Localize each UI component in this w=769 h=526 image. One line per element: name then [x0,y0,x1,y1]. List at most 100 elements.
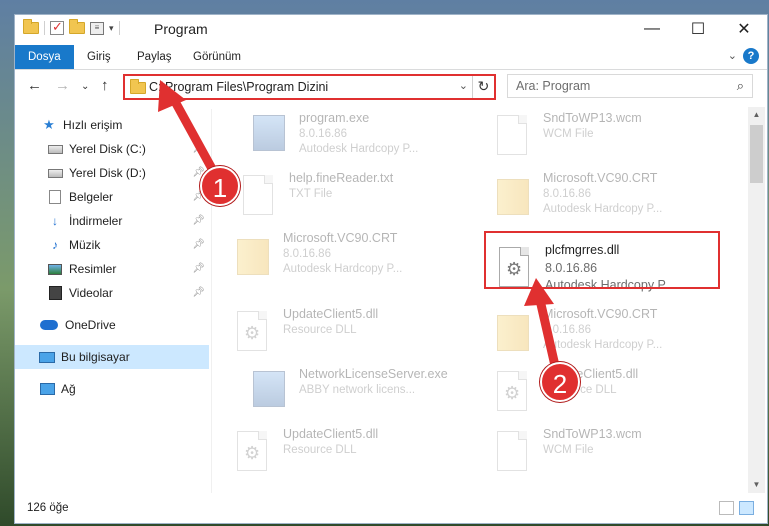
file-tile[interactable]: help.fineReader.txt TXT File [231,167,471,221]
tab-home[interactable]: Giriş [87,45,111,69]
sidebar-item-videos[interactable]: Videolar 📌︎ [15,281,209,305]
file-type: WCM File [543,444,594,456]
back-arrow-icon[interactable]: ← [27,77,42,94]
maximize-button[interactable]: ☐ [675,15,721,43]
file-tile[interactable]: program.exe 8.0.16.86 Autodesk Hardcopy … [241,107,481,161]
search-icon: ⌕ [736,78,744,93]
file-description: Autodesk Hardcopy P... [283,263,403,275]
file-tile[interactable]: NetworkLicenseServer.exe ABBY network li… [241,363,481,417]
file-tile[interactable]: SndToWP13.wcm WCM File [485,107,725,161]
tiles-view-icon[interactable] [739,501,754,515]
vertical-scrollbar[interactable]: ▲ ▼ [748,107,765,493]
pin-icon: 📌︎ [192,263,205,274]
file-name: Microsoft.VC90.CRT [543,171,658,185]
sidebar-item-this-pc[interactable]: Bu bilgisayar [15,345,209,369]
folder-icon [237,235,269,275]
minimize-button[interactable]: — [629,15,675,43]
file-name: Microsoft.VC90.CRT [283,231,398,245]
up-arrow-icon[interactable]: ↑ [101,77,109,94]
sidebar-item-downloads[interactable]: ↓ İndirmeler 📌︎ [15,209,209,233]
address-bar[interactable]: C:\Program Files\Program Dizini ⌄ ↻ [123,74,496,100]
file-tile[interactable]: SndToWP13.wcm WCM File [485,423,725,477]
sidebar-item-documents[interactable]: Belgeler 📌︎ [15,185,209,209]
customize-toolbar-icon[interactable]: ▾ [109,23,114,34]
file-type: Resource DLL [283,324,357,336]
tab-view[interactable]: Görünüm [193,45,241,69]
properties-icon[interactable]: ≡ [90,21,104,35]
onedrive-icon [39,318,59,332]
drive-icon [47,166,63,180]
search-box[interactable]: ⌕ [507,74,753,98]
navigation-pane: ★ Hızlı erişim Yerel Disk (C:) 📌︎ Yerel … [15,109,209,493]
file-tile[interactable]: Microsoft.VC90.CRT 8.0.16.86 Autodesk Ha… [485,167,725,221]
sidebar-item-label: Videolar [69,286,113,300]
recent-locations-icon[interactable]: ⌄ [81,81,89,92]
pin-icon: 📌︎ [192,215,205,226]
scroll-thumb[interactable] [750,125,763,183]
forward-arrow-icon[interactable]: → [55,77,70,94]
file-tile[interactable]: Microsoft.VC90.CRT 8.0.16.86 Autodesk Ha… [225,227,465,281]
tab-share[interactable]: Paylaş [137,45,172,69]
file-name: help.fineReader.txt [289,171,394,185]
sidebar-item-onedrive[interactable]: OneDrive [15,313,209,337]
callout-badge-2: 2 [540,362,580,402]
file-name: Microsoft.VC90.CRT [543,307,658,321]
exe-icon [253,115,285,155]
file-name: SndToWP13.wcm [543,427,642,441]
scroll-down-icon[interactable]: ▼ [748,477,765,493]
file-name: UpdateClient5.dll [283,427,379,441]
address-dropdown-icon[interactable]: ⌄ [459,79,468,92]
sidebar-item-label: Yerel Disk (D:) [69,166,146,180]
sidebar-item-local-disk-c[interactable]: Yerel Disk (C:) 📌︎ [15,137,209,161]
new-folder-icon[interactable] [69,19,85,34]
videos-icon [47,286,63,300]
sidebar-item-local-disk-d[interactable]: Yerel Disk (D:) 📌︎ [15,161,209,185]
sidebar-item-label: Resimler [69,262,117,276]
checkmark-icon[interactable] [50,19,64,35]
scroll-up-icon[interactable]: ▲ [748,107,765,123]
address-path[interactable]: C:\Program Files\Program Dizini [149,80,328,94]
star-icon: ★ [43,117,55,132]
highlight-box [484,231,720,289]
file-tile[interactable]: ⚙ UpdateClient5.dll Resource DLL [485,363,725,417]
sidebar-item-pictures[interactable]: Resimler 📌︎ [15,257,209,281]
pin-icon: 📌︎ [192,287,205,298]
sidebar-item-label: Ağ [61,382,76,396]
file-type: WCM File [543,128,594,140]
details-view-icon[interactable] [719,501,734,515]
music-icon: ♪ [52,238,58,252]
sidebar-item-quick-access[interactable]: ★ Hızlı erişim [15,113,209,137]
file-type: TXT File [289,188,333,200]
file-description: ABBY network licens... [299,384,416,396]
sidebar-item-music[interactable]: ♪ Müzik 📌︎ [15,233,209,257]
file-tile[interactable]: ⚙ UpdateClient5.dll Resource DLL [225,303,465,357]
refresh-icon[interactable]: ↻ [472,76,494,98]
file-tile[interactable]: Microsoft.VC90.CRT 8.0.16.86 Autodesk Ha… [485,303,725,357]
divider [118,21,120,35]
folder-icon [497,311,529,351]
file-icon [497,115,529,155]
file-description: Autodesk Hardcopy P... [543,339,663,351]
file-tile[interactable]: ⚙ UpdateClient5.dll Resource DLL [225,423,465,477]
item-count: 126 öğe [27,502,69,514]
sidebar-item-network[interactable]: Ağ [15,377,209,401]
drive-icon [47,142,63,156]
help-icon[interactable]: ? [743,48,759,64]
pin-icon: 📌︎ [192,239,205,250]
status-bar: 126 öğe [15,495,767,523]
file-description: Autodesk Hardcopy P... [299,143,419,155]
sidebar-item-label: Belgeler [69,190,114,204]
tab-file[interactable]: Dosya [15,45,74,69]
folder-icon [497,175,529,215]
sidebar-item-label: İndirmeler [69,214,123,228]
file-name: program.exe [299,111,370,125]
expand-ribbon-icon[interactable]: ⌄ [728,49,737,62]
explorer-window: ≡ ▾ Program — ☐ ✕ Dosya Giriş Paylaş Gör… [14,14,768,524]
sidebar-item-label: Bu bilgisayar [61,350,130,364]
search-input[interactable] [508,75,718,97]
file-list: program.exe 8.0.16.86 Autodesk Hardcopy … [225,107,745,493]
close-button[interactable]: ✕ [721,15,767,43]
sidebar-item-label: Hızlı erişim [63,118,123,132]
downloads-icon: ↓ [52,214,58,228]
file-icon [497,431,529,471]
